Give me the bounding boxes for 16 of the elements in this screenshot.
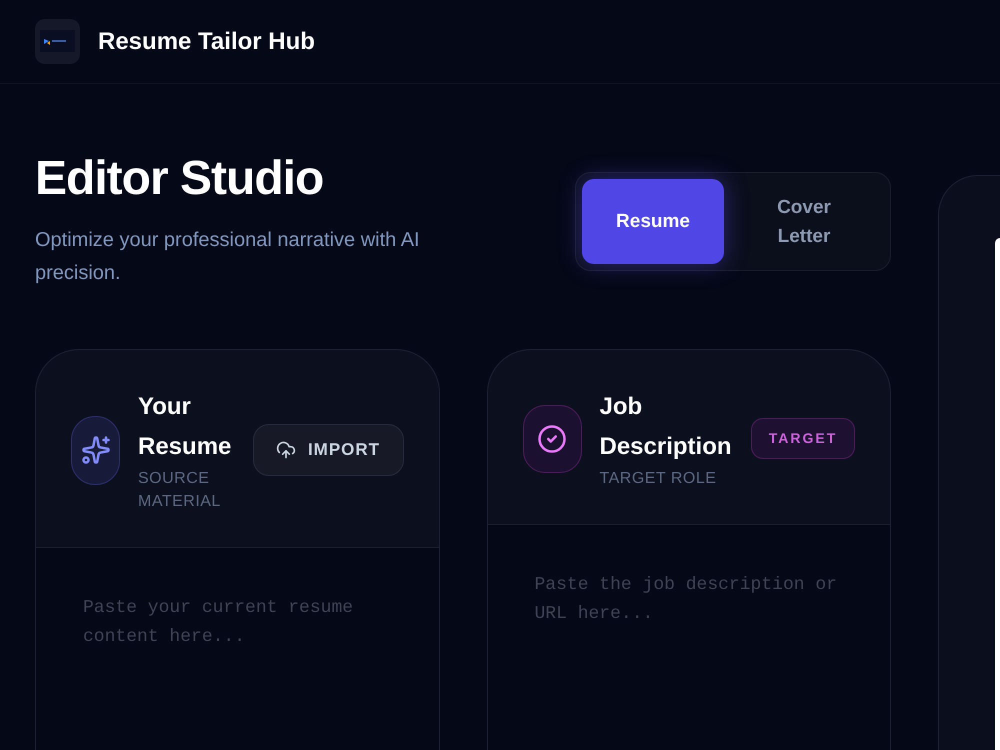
card-subtitle: SOURCE MATERIAL [138, 469, 222, 512]
card-subtitle: TARGET ROLE [600, 469, 718, 489]
mode-tab[interactable]: Resume [582, 179, 724, 264]
label-badge: TARGET [751, 418, 855, 459]
text-input-area[interactable]: Paste the job description or URL here... [488, 525, 890, 750]
mode-tab[interactable]: Cover Letter [724, 179, 884, 264]
app-title: Resume Tailor Hub [98, 26, 315, 56]
cloud-upload-icon [276, 440, 296, 460]
text-input-area[interactable]: Paste your current resume content here... [36, 548, 438, 750]
import-button[interactable]: IMPORT [252, 424, 404, 476]
logo-icon [35, 19, 80, 64]
card-title: Your Resume [138, 392, 232, 462]
sparkle-icon [71, 416, 120, 484]
page-subtitle: Optimize your professional narrative with AI precision. [35, 228, 421, 286]
card-title: Job Description [600, 392, 733, 462]
page-title: Editor Studio [35, 155, 324, 203]
